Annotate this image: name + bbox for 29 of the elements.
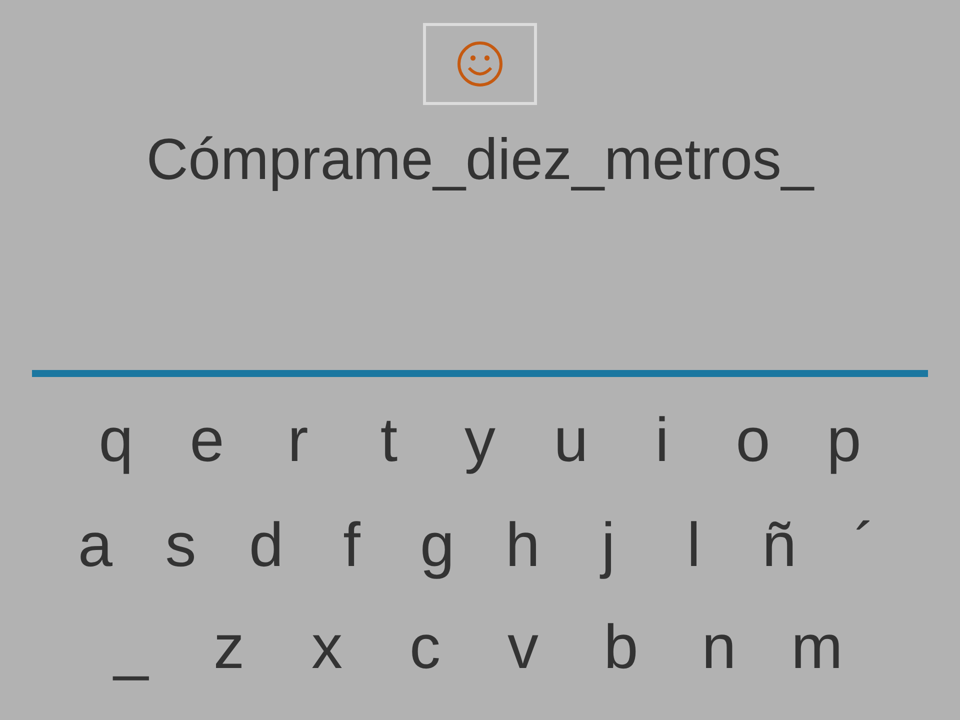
letter-key[interactable]: s — [138, 506, 224, 586]
letter-key[interactable]: n — [670, 608, 768, 688]
letter-key[interactable]: ñ — [736, 506, 822, 586]
letter-key[interactable]: c — [376, 608, 474, 688]
letter-key[interactable]: b — [572, 608, 670, 688]
letter-key[interactable]: j — [566, 506, 651, 586]
letter-key[interactable]: h — [480, 506, 566, 586]
letter-key[interactable]: z — [180, 608, 278, 688]
letter-key[interactable]: i — [616, 401, 708, 481]
letter-key[interactable]: m — [768, 608, 866, 688]
letter-key[interactable]: q — [70, 401, 162, 481]
answer-text: Cómprame_diez_metros_ — [146, 127, 814, 193]
letter-key[interactable]: ´ — [822, 506, 908, 586]
letter-key[interactable]: x — [278, 608, 376, 688]
letter-key[interactable]: y — [434, 401, 526, 481]
letter-key[interactable]: e — [162, 401, 252, 481]
letter-key[interactable]: _ — [82, 608, 180, 688]
letter-key[interactable]: r — [252, 401, 344, 481]
letter-key[interactable]: f — [309, 506, 394, 586]
letter-key[interactable]: o — [708, 401, 798, 481]
smiley-icon — [456, 40, 504, 88]
letter-key[interactable]: g — [394, 506, 480, 586]
letter-key[interactable]: d — [224, 506, 309, 586]
letter-key[interactable]: v — [474, 608, 572, 688]
letter-key[interactable]: p — [798, 401, 890, 481]
letter-key[interactable]: t — [344, 401, 434, 481]
letter-key[interactable]: a — [52, 506, 138, 586]
letter-key[interactable]: u — [526, 401, 616, 481]
letter-key[interactable]: l — [651, 506, 736, 586]
